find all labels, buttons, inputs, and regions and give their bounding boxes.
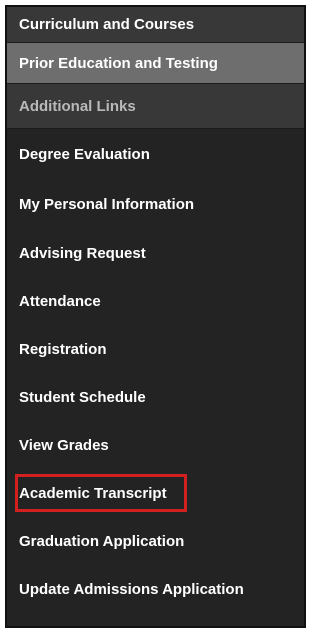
menu-link-graduation-application[interactable]: Graduation Application bbox=[7, 517, 304, 565]
menu-link-advising-request[interactable]: Advising Request bbox=[7, 229, 304, 277]
menu-link-student-schedule[interactable]: Student Schedule bbox=[7, 373, 304, 421]
menu-link-attendance[interactable]: Attendance bbox=[7, 277, 304, 325]
menu-link-update-admissions-application[interactable]: Update Admissions Application bbox=[7, 565, 304, 613]
menu-link-academic-transcript[interactable]: Academic Transcript bbox=[7, 469, 304, 517]
menu-header-prior-education-and-testing[interactable]: Prior Education and Testing bbox=[7, 43, 304, 84]
menu-link-my-personal-information[interactable]: My Personal Information bbox=[7, 179, 304, 229]
menu-link-view-grades[interactable]: View Grades bbox=[7, 421, 304, 469]
menu-link-degree-evaluation[interactable]: Degree Evaluation bbox=[7, 129, 304, 179]
menu-link-registration[interactable]: Registration bbox=[7, 325, 304, 373]
menu-header-additional-links[interactable]: Additional Links bbox=[7, 84, 304, 129]
menu-header-curriculum-and-courses[interactable]: Curriculum and Courses bbox=[7, 7, 304, 43]
side-navigation-menu: Curriculum and Courses Prior Education a… bbox=[5, 5, 306, 628]
